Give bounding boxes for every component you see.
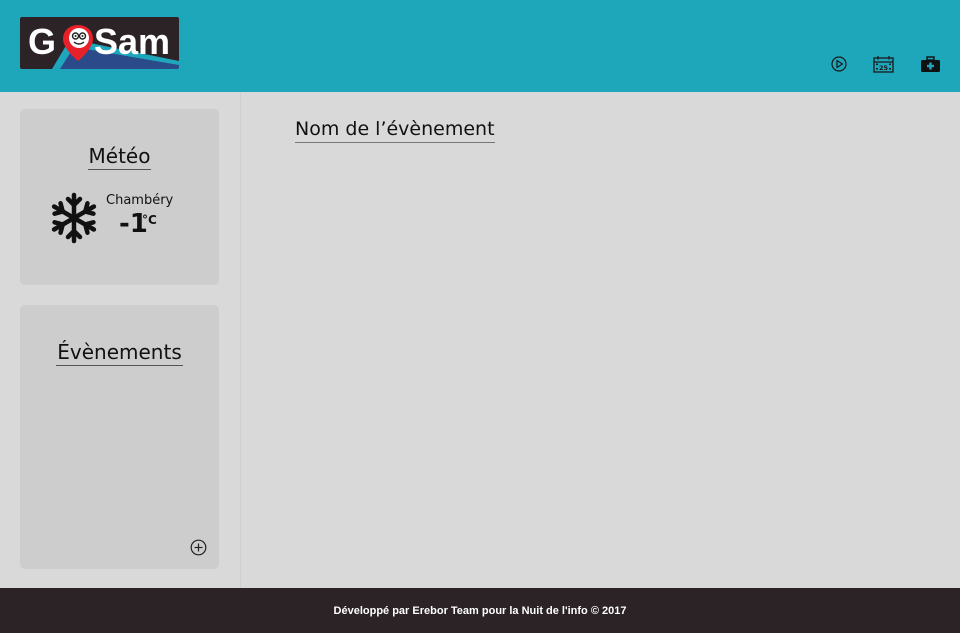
logo-text-right: Sam xyxy=(94,21,171,62)
weather-city: Chambéry xyxy=(106,193,174,208)
event-name-heading: Nom de l’évènement xyxy=(295,118,495,143)
logo-text-left: G xyxy=(28,21,57,62)
events-card-title: Évènements xyxy=(20,340,219,366)
app-logo[interactable]: G Sam xyxy=(20,17,179,69)
weather-card: Météo Chambéry -1 °C xyxy=(20,109,219,285)
sidebar-divider xyxy=(240,92,241,588)
header: G Sam 25 xyxy=(0,0,960,92)
add-circle-icon[interactable] xyxy=(190,539,207,556)
events-title-text: Évènements xyxy=(56,340,183,366)
calendar-icon[interactable]: 25 xyxy=(872,53,894,75)
event-name-text: Nom de l’évènement xyxy=(295,118,495,143)
weather-unit: °C xyxy=(142,213,157,227)
weather-title-text: Météo xyxy=(87,144,152,170)
events-card: Évènements xyxy=(20,305,219,569)
play-circle-icon[interactable] xyxy=(830,53,848,75)
footer: Développé par Erebor Team pour la Nuit d… xyxy=(0,588,960,633)
first-aid-kit-icon[interactable] xyxy=(919,53,941,75)
weather-card-title: Météo xyxy=(20,144,219,170)
map-pin-face-icon xyxy=(63,25,93,61)
snowflake-icon xyxy=(51,192,97,244)
calendar-icon-day: 25 xyxy=(878,63,888,71)
footer-credit: Développé par Erebor Team pour la Nuit d… xyxy=(333,604,627,617)
